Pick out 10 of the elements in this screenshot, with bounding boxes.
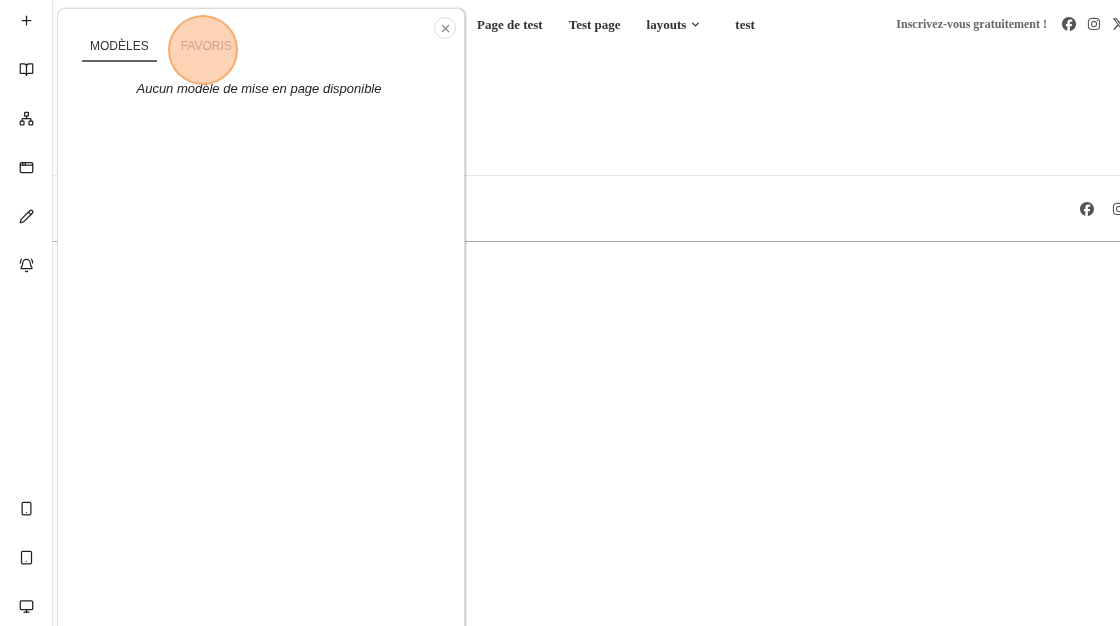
nav-link[interactable]: Test page	[568, 15, 621, 35]
facebook-icon[interactable]	[1062, 17, 1076, 31]
nav-link[interactable]: test	[735, 15, 755, 35]
nav-link[interactable]: Page de test	[477, 15, 543, 35]
signup-link[interactable]: Inscrivez-vous gratuitement !	[896, 15, 1047, 33]
instagram-icon[interactable]	[1087, 17, 1101, 31]
nav-dropdown[interactable]: layouts	[646, 15, 702, 35]
facebook-icon[interactable]	[1080, 201, 1094, 216]
empty-message: Aucun modèle de mise en page disponible	[135, 80, 383, 98]
panel-tab[interactable]: MODÈLES	[82, 37, 157, 62]
